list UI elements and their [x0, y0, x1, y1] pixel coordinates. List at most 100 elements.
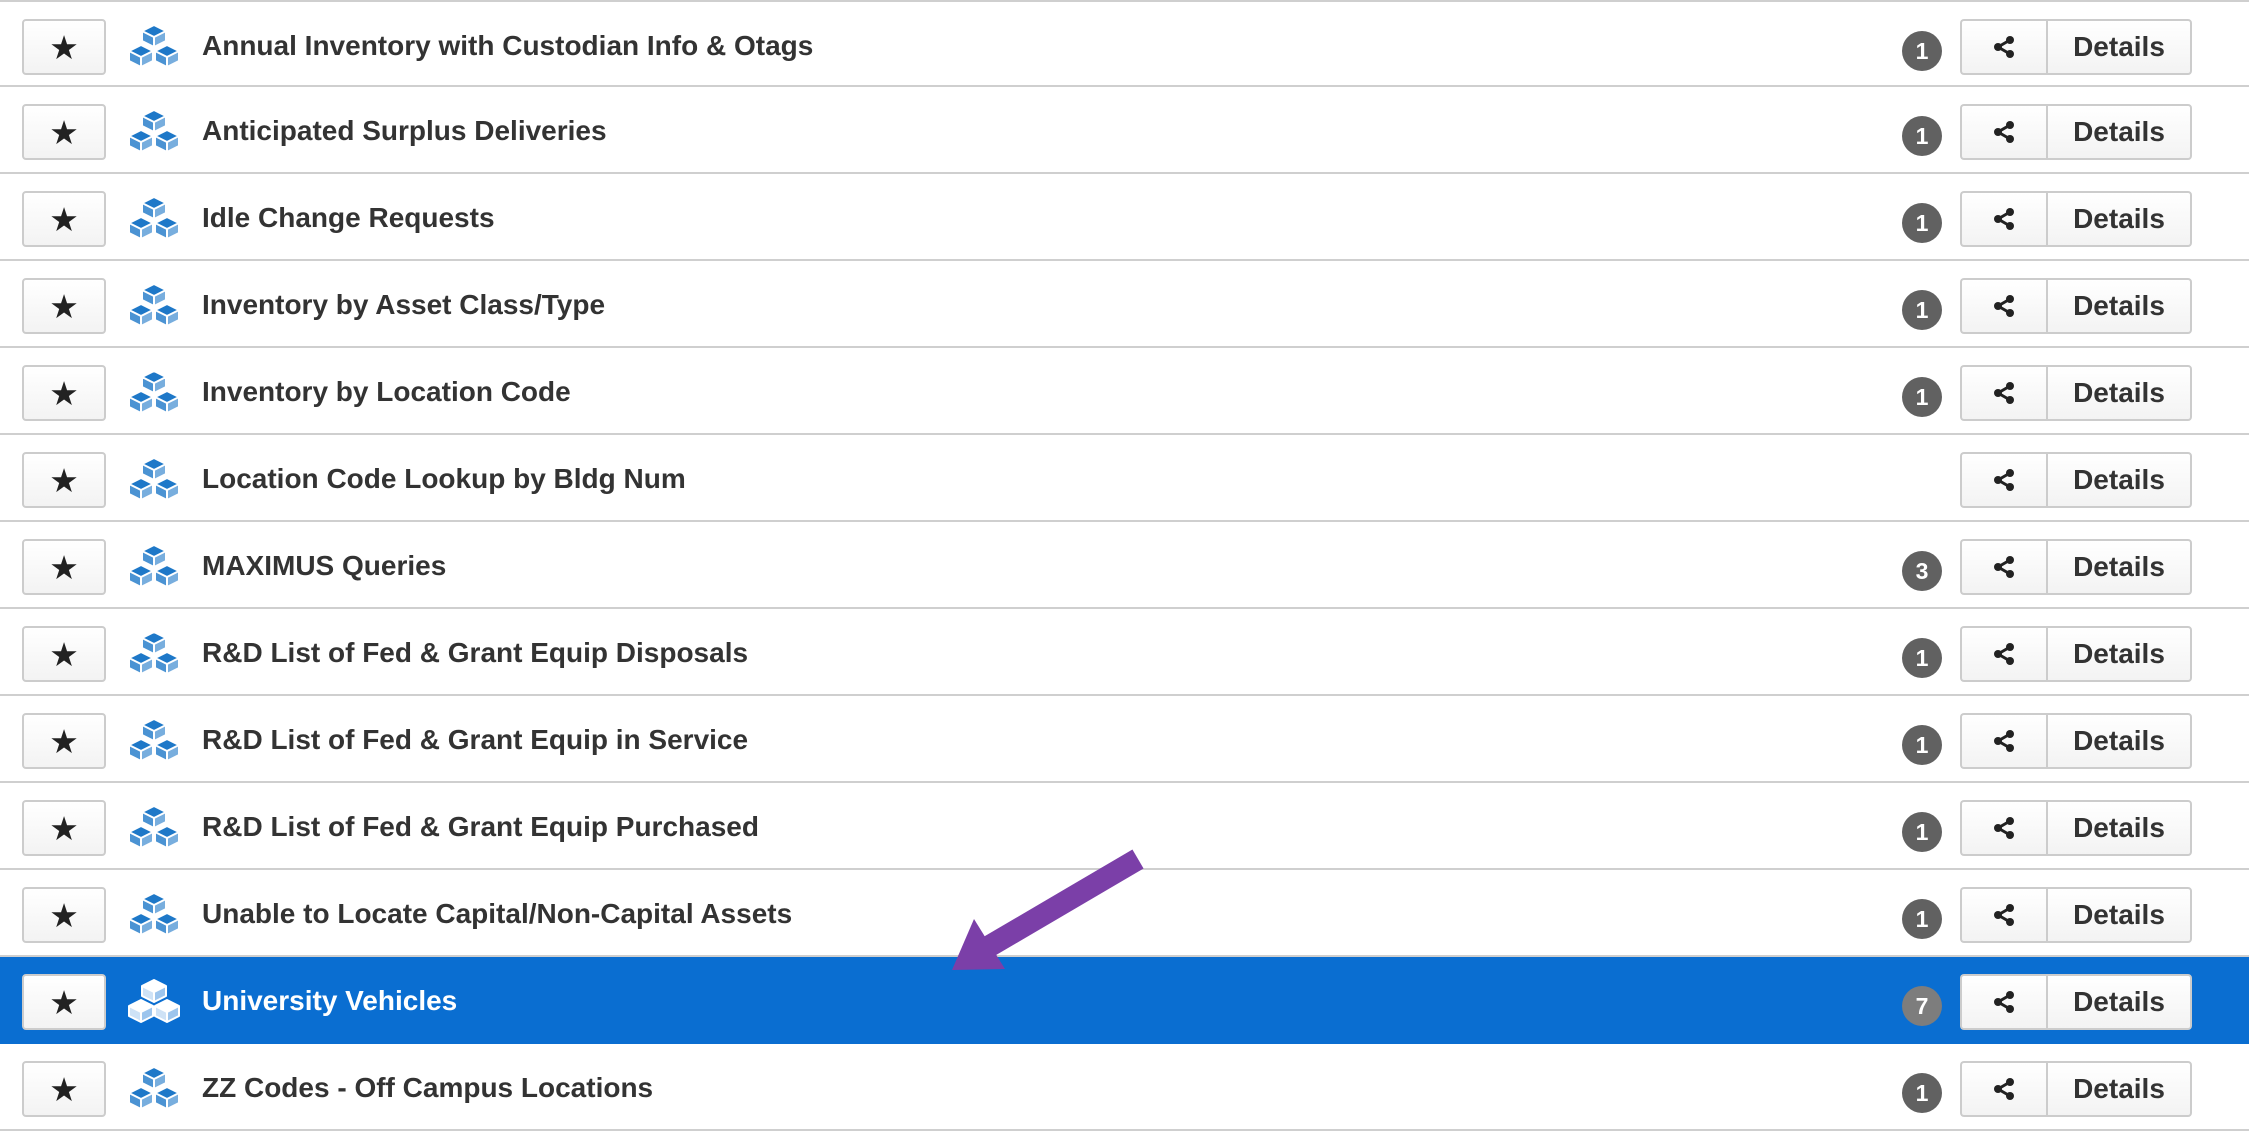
details-button[interactable]: Details [2046, 104, 2192, 160]
count-badge: 1 [1902, 1073, 1942, 1113]
favorite-star-button[interactable]: ★ [22, 104, 106, 160]
count-badge: 1 [1902, 812, 1942, 852]
cubes-icon [128, 718, 180, 762]
share-button[interactable] [1960, 626, 2046, 682]
favorite-star-button[interactable]: ★ [22, 1061, 106, 1117]
row-title[interactable]: Anticipated Surplus Deliveries [202, 87, 607, 174]
details-button[interactable]: Details [2046, 278, 2192, 334]
share-button[interactable] [1960, 452, 2046, 508]
row-title[interactable]: ZZ Codes - Off Campus Locations [202, 1044, 653, 1131]
share-button[interactable] [1960, 800, 2046, 856]
list-item[interactable]: ★ R&D List of Fed & Grant Equip Disposals… [0, 609, 2249, 696]
share-icon [1994, 382, 2014, 404]
cubes-icon [128, 805, 180, 849]
favorite-star-button[interactable]: ★ [22, 191, 106, 247]
share-icon [1994, 643, 2014, 665]
row-title[interactable]: MAXIMUS Queries [202, 522, 446, 609]
favorite-star-button[interactable]: ★ [22, 800, 106, 856]
row-title[interactable]: Unable to Locate Capital/Non-Capital Ass… [202, 870, 792, 957]
favorite-star-button[interactable]: ★ [22, 887, 106, 943]
share-icon [1994, 1078, 2014, 1100]
share-icon [1994, 295, 2014, 317]
count-badge: 7 [1902, 986, 1942, 1026]
row-title[interactable]: R&D List of Fed & Grant Equip in Service [202, 696, 748, 783]
favorite-star-button[interactable]: ★ [22, 452, 106, 508]
share-button[interactable] [1960, 365, 2046, 421]
list-item[interactable]: ★ Inventory by Location Code 1 Details [0, 348, 2249, 435]
list-item[interactable]: ★ R&D List of Fed & Grant Equip in Servic… [0, 696, 2249, 783]
count-badge: 1 [1902, 290, 1942, 330]
details-button[interactable]: Details [2046, 800, 2192, 856]
details-button[interactable]: Details [2046, 19, 2192, 75]
list-item[interactable]: ★ ZZ Codes - Off Campus Locations 1 Details [0, 1044, 2249, 1131]
star-icon: ★ [49, 808, 79, 848]
share-icon [1994, 730, 2014, 752]
favorite-star-button[interactable]: ★ [22, 539, 106, 595]
details-button[interactable]: Details [2046, 974, 2192, 1030]
share-icon [1994, 469, 2014, 491]
favorite-star-button[interactable]: ★ [22, 278, 106, 334]
share-button[interactable] [1960, 104, 2046, 160]
count-badge: 3 [1902, 551, 1942, 591]
favorite-star-button[interactable]: ★ [22, 974, 106, 1030]
row-title[interactable]: Location Code Lookup by Bldg Num [202, 435, 686, 522]
star-icon: ★ [49, 895, 79, 935]
star-icon: ★ [49, 373, 79, 413]
count-badge: 1 [1902, 377, 1942, 417]
favorite-star-button[interactable]: ★ [22, 626, 106, 682]
list-item[interactable]: ★ MAXIMUS Queries 3 Details [0, 522, 2249, 609]
cubes-icon [128, 457, 180, 501]
star-icon: ★ [49, 112, 79, 152]
details-button[interactable]: Details [2046, 887, 2192, 943]
cubes-icon [128, 1066, 180, 1110]
count-badge: 1 [1902, 203, 1942, 243]
details-button[interactable]: Details [2046, 626, 2192, 682]
list-item[interactable]: ★ Annual Inventory with Custodian Info & … [0, 0, 2249, 87]
row-title[interactable]: R&D List of Fed & Grant Equip Disposals [202, 609, 748, 696]
row-title[interactable]: Inventory by Location Code [202, 348, 571, 435]
details-button[interactable]: Details [2046, 539, 2192, 595]
share-button[interactable] [1960, 191, 2046, 247]
favorite-star-button[interactable]: ★ [22, 713, 106, 769]
favorite-star-button[interactable]: ★ [22, 19, 106, 75]
row-title[interactable]: R&D List of Fed & Grant Equip Purchased [202, 783, 759, 870]
star-icon: ★ [49, 1069, 79, 1109]
list-item[interactable]: ★ Idle Change Requests 1 Details [0, 174, 2249, 261]
row-title[interactable]: Annual Inventory with Custodian Info & O… [202, 2, 813, 89]
details-button[interactable]: Details [2046, 191, 2192, 247]
share-button[interactable] [1960, 19, 2046, 75]
share-button[interactable] [1960, 713, 2046, 769]
share-button[interactable] [1960, 1061, 2046, 1117]
star-icon: ★ [49, 634, 79, 674]
star-icon: ★ [49, 199, 79, 239]
share-button[interactable] [1960, 539, 2046, 595]
cubes-icon [128, 370, 180, 414]
star-icon: ★ [49, 27, 79, 67]
cubes-icon [128, 979, 180, 1023]
cubes-icon [128, 24, 180, 68]
cubes-icon [128, 544, 180, 588]
cubes-icon [128, 892, 180, 936]
list-item[interactable]: ★ Inventory by Asset Class/Type 1 Details [0, 261, 2249, 348]
star-icon: ★ [49, 547, 79, 587]
details-button[interactable]: Details [2046, 1061, 2192, 1117]
row-title[interactable]: University Vehicles [202, 957, 457, 1044]
row-title[interactable]: Idle Change Requests [202, 174, 495, 261]
cubes-icon [128, 631, 180, 675]
list-item[interactable]: ★ Location Code Lookup by Bldg Num Details [0, 435, 2249, 522]
details-button[interactable]: Details [2046, 713, 2192, 769]
share-button[interactable] [1960, 278, 2046, 334]
share-button[interactable] [1960, 974, 2046, 1030]
details-button[interactable]: Details [2046, 452, 2192, 508]
row-title[interactable]: Inventory by Asset Class/Type [202, 261, 605, 348]
count-badge: 1 [1902, 116, 1942, 156]
favorite-star-button[interactable]: ★ [22, 365, 106, 421]
star-icon: ★ [49, 721, 79, 761]
list-item[interactable]: ★ Anticipated Surplus Deliveries 1 Details [0, 87, 2249, 174]
share-icon [1994, 991, 2014, 1013]
share-button[interactable] [1960, 887, 2046, 943]
count-badge: 1 [1902, 638, 1942, 678]
star-icon: ★ [49, 460, 79, 500]
star-icon: ★ [49, 982, 79, 1022]
details-button[interactable]: Details [2046, 365, 2192, 421]
